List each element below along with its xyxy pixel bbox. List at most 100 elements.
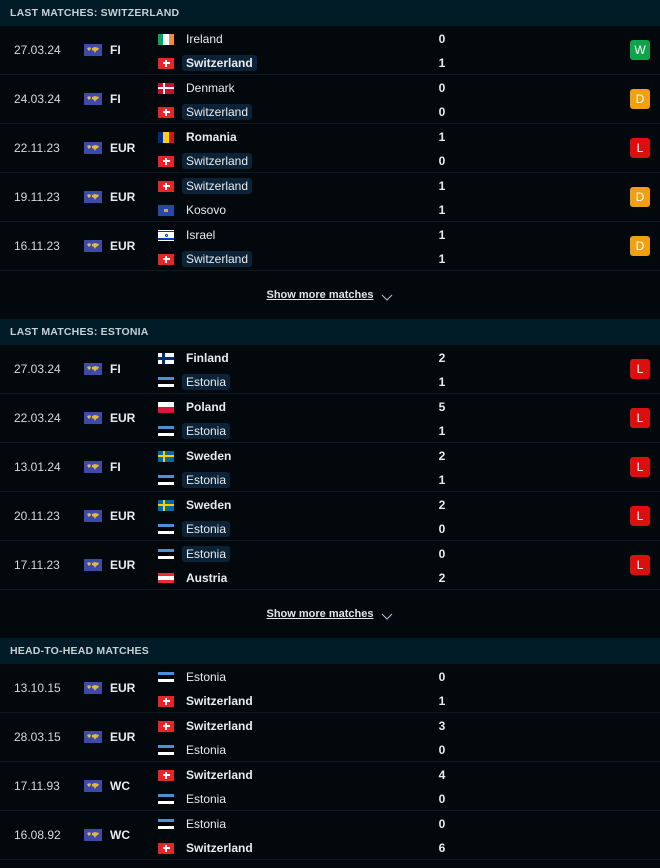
match-date: 17.11.93 — [14, 779, 60, 793]
home-team-name: Switzerland — [182, 178, 253, 194]
match-row[interactable]: 16.08.92 WC Estonia 0 Switzerland 6 — [0, 811, 660, 860]
match-date: 16.11.23 — [14, 239, 60, 253]
switzerland-flag-icon — [158, 720, 174, 732]
home-team[interactable]: Poland — [158, 398, 230, 416]
away-team[interactable]: Estonia — [158, 790, 230, 808]
away-team[interactable]: Switzerland — [158, 103, 253, 121]
away-team[interactable]: Kosovo — [158, 201, 230, 219]
home-team-name: Estonia — [182, 546, 231, 562]
home-score: 3 — [438, 719, 446, 733]
match-row[interactable]: 13.01.24 FI Sweden 2 Estonia 1 L — [0, 443, 660, 492]
show-more-matches-link[interactable]: Show more matches — [267, 608, 374, 620]
match-date: 20.11.23 — [14, 509, 60, 523]
away-team[interactable]: Estonia — [158, 741, 230, 759]
match-row[interactable]: 22.11.23 EUR Romania 1 Switzerland 0 L — [0, 124, 660, 173]
competition-world-icon — [84, 191, 102, 203]
home-team[interactable]: Switzerland — [158, 717, 257, 735]
match-row[interactable]: 17.11.23 EUR Estonia 0 Austria 2 L — [0, 541, 660, 590]
home-score: 1 — [438, 228, 446, 242]
away-team[interactable]: Switzerland — [158, 839, 257, 857]
result-badge: D — [630, 89, 650, 109]
competition-label: EUR — [110, 190, 136, 204]
away-team-name: Estonia — [182, 374, 231, 390]
home-team[interactable]: Estonia — [158, 815, 230, 833]
competition-world-icon — [84, 731, 102, 743]
kosovo-flag-icon — [158, 204, 174, 216]
estonia-flag-icon — [158, 474, 174, 486]
match-row[interactable]: 22.03.24 EUR Poland 5 Estonia 1 L — [0, 394, 660, 443]
home-team[interactable]: Finland — [158, 349, 233, 367]
away-team[interactable]: Estonia — [158, 422, 231, 440]
show-more-matches-link[interactable]: Show more matches — [267, 289, 374, 301]
match-row[interactable]: 27.03.24 FI Finland 2 Estonia 1 L — [0, 345, 660, 394]
result-badge: L — [630, 359, 650, 379]
home-team[interactable]: Sweden — [158, 447, 235, 465]
competition-world-icon — [84, 829, 102, 841]
match-date: 22.03.24 — [14, 411, 61, 425]
away-team[interactable]: Austria — [158, 569, 231, 587]
match-row[interactable]: 28.03.15 EUR Switzerland 3 Estonia 0 — [0, 713, 660, 762]
home-score: 4 — [438, 768, 446, 782]
home-team[interactable]: Estonia — [158, 668, 230, 686]
competition-world-icon — [84, 780, 102, 792]
estonia-flag-icon — [158, 523, 174, 535]
israel-flag-icon — [158, 229, 174, 241]
chevron-down-icon[interactable] — [381, 292, 393, 301]
away-team-name: Estonia — [182, 472, 231, 488]
away-team[interactable]: Estonia — [158, 520, 231, 538]
home-score: 1 — [438, 179, 446, 193]
match-row[interactable]: 13.10.15 EUR Estonia 0 Switzerland 1 — [0, 664, 660, 713]
finland-flag-icon — [158, 352, 174, 364]
competition-label: EUR — [110, 681, 136, 695]
competition-world-icon — [84, 510, 102, 522]
denmark-flag-icon — [158, 82, 174, 94]
home-team[interactable]: Ireland — [158, 30, 227, 48]
match-row[interactable]: 24.03.24 FI Denmark 0 Switzerland 0 D — [0, 75, 660, 124]
show-more-matches[interactable]: Show more matches — [0, 271, 660, 319]
romania-flag-icon — [158, 131, 174, 143]
match-date: 19.11.23 — [14, 190, 60, 204]
away-team[interactable]: Estonia — [158, 373, 231, 391]
home-team[interactable]: Romania — [158, 128, 241, 146]
away-team[interactable]: Estonia — [158, 471, 231, 489]
match-row[interactable]: 19.11.23 EUR Switzerland 1 Kosovo 1 D — [0, 173, 660, 222]
competition-label: WC — [110, 779, 130, 793]
competition-label: WC — [110, 828, 130, 842]
switzerland-flag-icon — [158, 180, 174, 192]
chevron-down-icon[interactable] — [381, 611, 393, 620]
switzerland-flag-icon — [158, 253, 174, 265]
home-team[interactable]: Israel — [158, 226, 219, 244]
away-team[interactable]: Switzerland — [158, 152, 253, 170]
match-row[interactable]: 16.11.23 EUR Israel 1 Switzerland 1 D — [0, 222, 660, 271]
competition-world-icon — [84, 240, 102, 252]
away-team[interactable]: Switzerland — [158, 692, 257, 710]
home-team[interactable]: Switzerland — [158, 766, 257, 784]
match-date: 27.03.24 — [14, 362, 61, 376]
switzerland-flag-icon — [158, 695, 174, 707]
away-team[interactable]: Switzerland — [158, 250, 253, 268]
home-team-name: Poland — [186, 400, 227, 414]
matches-panel: LAST MATCHES: SWITZERLAND 27.03.24 FI Irela… — [0, 0, 660, 860]
section-header: LAST MATCHES: SWITZERLAND — [0, 0, 660, 26]
show-more-matches[interactable]: Show more matches — [0, 590, 660, 638]
away-team-name: Kosovo — [186, 203, 227, 217]
estonia-flag-icon — [158, 376, 174, 388]
home-score: 0 — [438, 817, 446, 831]
home-team[interactable]: Estonia — [158, 545, 231, 563]
match-row[interactable]: 20.11.23 EUR Sweden 2 Estonia 0 L — [0, 492, 660, 541]
competition-world-icon — [84, 93, 102, 105]
home-team[interactable]: Denmark — [158, 79, 239, 97]
match-row[interactable]: 27.03.24 FI Ireland 0 Switzerland 1 W — [0, 26, 660, 75]
home-team-name: Israel — [186, 228, 216, 242]
ireland-flag-icon — [158, 33, 174, 45]
away-score: 0 — [438, 792, 446, 806]
away-score: 1 — [438, 252, 446, 266]
home-team[interactable]: Switzerland — [158, 177, 253, 195]
home-team[interactable]: Sweden — [158, 496, 235, 514]
away-team[interactable]: Switzerland — [158, 54, 257, 72]
home-score: 5 — [438, 400, 446, 414]
result-badge: W — [630, 40, 650, 60]
result-badge: L — [630, 457, 650, 477]
home-score: 2 — [438, 498, 446, 512]
match-row[interactable]: 17.11.93 WC Switzerland 4 Estonia 0 — [0, 762, 660, 811]
